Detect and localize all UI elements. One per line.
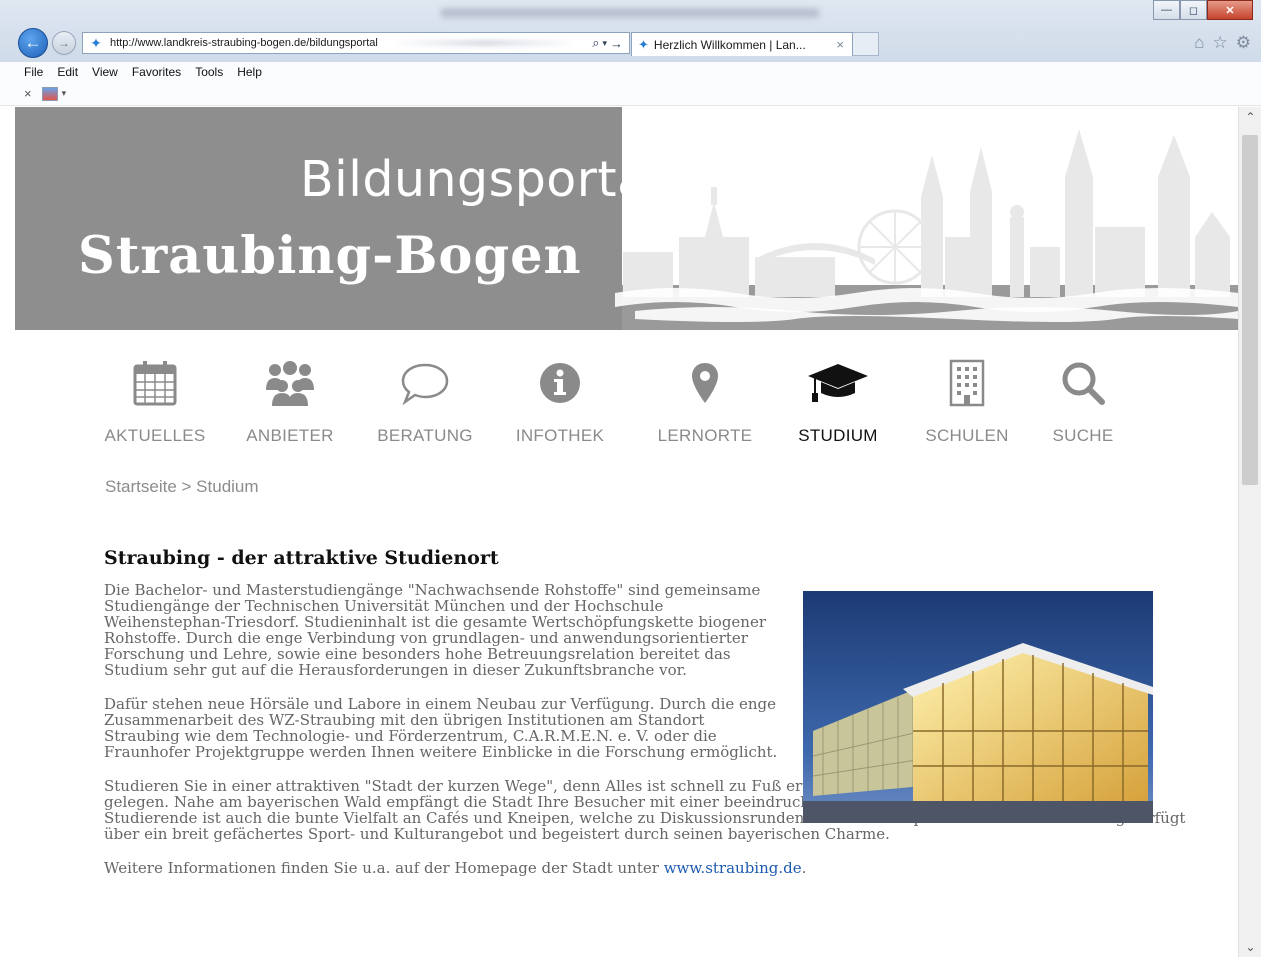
address-bar[interactable]: ✦ http://www.landkreis-straubing-bogen.d… bbox=[82, 32, 630, 54]
nav-label-studium: STUDIUM bbox=[798, 426, 878, 445]
menu-tools[interactable]: Tools bbox=[195, 65, 223, 79]
nav-label-suche: SUCHE bbox=[1052, 426, 1114, 445]
tab-title: Herzlich Willkommen | Lan... bbox=[653, 37, 806, 52]
map-pin-icon bbox=[645, 355, 765, 410]
vertical-scrollbar[interactable]: ⌃ ⌄ bbox=[1238, 107, 1261, 957]
dropdown-caret-icon[interactable]: ▾ bbox=[602, 38, 607, 49]
command-bar-close-icon[interactable]: × bbox=[24, 86, 32, 101]
content-paragraph-1: Die Bachelor- und Masterstudiengänge "Na… bbox=[104, 581, 766, 679]
content-paragraph-2: Dafür stehen neue Hörsäle und Labore in … bbox=[104, 695, 778, 761]
site-favicon-icon: ✦ bbox=[90, 35, 102, 51]
menu-view[interactable]: View bbox=[92, 65, 118, 79]
back-arrow-icon[interactable]: ← bbox=[18, 28, 48, 58]
building-icon bbox=[907, 355, 1027, 410]
scroll-up-icon[interactable]: ⌃ bbox=[1239, 107, 1261, 127]
nav-item-schulen[interactable]: SCHULEN bbox=[907, 355, 1027, 446]
settings-gear-icon[interactable]: ⚙ bbox=[1236, 33, 1251, 53]
hero-title-line1: Bildungsportal bbox=[300, 151, 662, 208]
main-navigation: AKTUELLES ANBIETER BERATUNG INFOTHEK LER bbox=[95, 355, 1155, 455]
info-icon bbox=[500, 355, 620, 410]
nav-label-infothek: INFOTHEK bbox=[515, 426, 605, 445]
nav-label-aktuelles: AKTUELLES bbox=[104, 426, 206, 445]
campus-building-photo bbox=[803, 591, 1153, 823]
info-text: Weitere Informationen finden Sie u.a. au… bbox=[104, 859, 664, 877]
nav-item-beratung[interactable]: BERATUNG bbox=[365, 355, 485, 446]
nav-label-schulen: SCHULEN bbox=[925, 426, 1009, 445]
page-viewport: Bildungsportal Straubing-Bogen AKTUELLES… bbox=[15, 107, 1238, 957]
nav-label-beratung: BERATUNG bbox=[377, 426, 473, 445]
straubing-link[interactable]: www.straubing.de bbox=[664, 859, 802, 877]
address-tools: ⌕ ▾ → bbox=[592, 35, 629, 51]
speech-bubble-icon bbox=[365, 355, 485, 410]
menu-help[interactable]: Help bbox=[237, 65, 262, 79]
window-title-blurred bbox=[440, 8, 820, 18]
info-text-end: . bbox=[801, 859, 807, 877]
chrome-right-icons: ⌂ ☆ ⚙ bbox=[1194, 33, 1251, 53]
browser-titlebar: — ◻ ✕ ← → ✦ http://www.landkreis-straubi… bbox=[0, 0, 1261, 62]
search-icon[interactable]: ⌕ bbox=[592, 35, 599, 51]
hero-banner: Bildungsportal Straubing-Bogen bbox=[15, 107, 1238, 330]
addon-dropdown-icon[interactable]: ▾ bbox=[62, 88, 67, 99]
browser-tab[interactable]: ✦ Herzlich Willkommen | Lan... × bbox=[631, 32, 853, 56]
window-controls: — ◻ ✕ bbox=[1153, 0, 1253, 20]
group-icon bbox=[230, 355, 350, 410]
nav-item-lernorte[interactable]: LERNORTE bbox=[645, 355, 765, 446]
nav-item-suche[interactable]: SUCHE bbox=[1028, 355, 1138, 446]
tab-close-icon[interactable]: × bbox=[836, 37, 844, 52]
nav-item-studium[interactable]: STUDIUM bbox=[778, 355, 898, 446]
breadcrumb: Startseite > Studium bbox=[105, 477, 259, 496]
go-arrow-icon[interactable]: → bbox=[610, 36, 623, 51]
scroll-thumb[interactable] bbox=[1242, 135, 1258, 485]
menu-edit[interactable]: Edit bbox=[57, 65, 78, 79]
graduation-cap-icon bbox=[778, 355, 898, 410]
nav-item-anbieter[interactable]: ANBIETER bbox=[230, 355, 350, 446]
city-skyline-graphic bbox=[615, 129, 1238, 330]
new-tab-button[interactable] bbox=[853, 32, 879, 56]
minimize-button[interactable]: — bbox=[1153, 0, 1180, 20]
nav-label-anbieter: ANBIETER bbox=[246, 426, 334, 445]
maximize-button[interactable]: ◻ bbox=[1180, 0, 1207, 20]
scroll-down-icon[interactable]: ⌄ bbox=[1239, 937, 1261, 957]
menu-file[interactable]: File bbox=[24, 65, 43, 79]
nav-item-aktuelles[interactable]: AKTUELLES bbox=[95, 355, 215, 446]
content-paragraph-4: Weitere Informationen finden Sie u.a. au… bbox=[104, 860, 1214, 876]
menu-bar: File Edit View Favorites Tools Help bbox=[0, 62, 1261, 82]
tab-favicon-icon: ✦ bbox=[638, 36, 649, 52]
close-window-button[interactable]: ✕ bbox=[1207, 0, 1253, 20]
menu-favorites[interactable]: Favorites bbox=[132, 65, 181, 79]
calendar-icon bbox=[95, 355, 215, 410]
nav-item-infothek[interactable]: INFOTHEK bbox=[500, 355, 620, 446]
addon-icon[interactable] bbox=[41, 86, 58, 101]
url-text[interactable]: http://www.landkreis-straubing-bogen.de/… bbox=[110, 37, 378, 49]
favorites-star-icon[interactable]: ☆ bbox=[1213, 33, 1228, 53]
forward-arrow-icon[interactable]: → bbox=[52, 31, 76, 55]
command-bar: × ▾ bbox=[0, 82, 1261, 106]
address-autocomplete-ghost bbox=[391, 40, 579, 46]
hero-title-line2: Straubing-Bogen bbox=[78, 226, 582, 286]
nav-label-lernorte: LERNORTE bbox=[657, 426, 753, 445]
page-title: Straubing - der attraktive Studienort bbox=[104, 547, 499, 569]
search-icon bbox=[1028, 355, 1138, 410]
home-icon[interactable]: ⌂ bbox=[1194, 33, 1204, 53]
